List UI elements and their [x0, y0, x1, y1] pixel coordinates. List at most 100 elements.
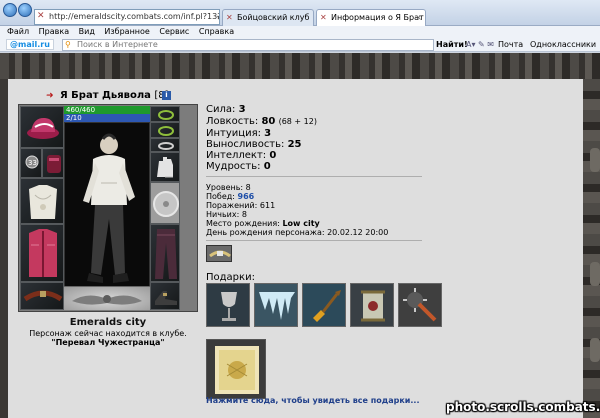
armor-jacket-icon — [29, 229, 57, 277]
gift-featured[interactable] — [206, 339, 266, 399]
web-search-input[interactable]: ⚲ Поиск в Интернете — [62, 39, 434, 51]
menu-bar: Файл Правка Вид Избранное Сервис Справка — [0, 26, 600, 38]
stat-label: Мудрость: — [206, 161, 261, 172]
bracer-slot[interactable] — [42, 148, 64, 178]
tab-character-info[interactable]: ✕ Информация о Я Брат Дьявола × — [316, 9, 426, 26]
menu-help[interactable]: Справка — [199, 27, 234, 36]
shirt-icon — [29, 185, 57, 219]
menu-tools[interactable]: Сервис — [159, 27, 189, 36]
ring-slot-2[interactable] — [150, 122, 180, 138]
pants-icon — [155, 229, 177, 279]
site-favicon: ✕ — [37, 11, 45, 21]
tab-close-icon[interactable]: × — [415, 10, 422, 25]
stat-strength: Сила: 3 — [206, 104, 246, 115]
stat-wisdom: Мудрость: 0 — [206, 161, 271, 172]
gift-mace[interactable] — [398, 283, 442, 327]
ring-slot-3[interactable] — [150, 138, 180, 152]
meta-value: 8 — [241, 210, 247, 219]
shovel-icon — [313, 290, 341, 322]
mail-button[interactable]: Почта — [498, 38, 523, 52]
mana-bar: 2/10 — [64, 114, 150, 122]
stat-value: 0 — [263, 161, 271, 172]
address-bar[interactable]: ✕ http://emeraldscity.combats.com/inf.pl… — [34, 9, 220, 25]
ring-slot-1[interactable] — [150, 106, 180, 122]
meta-value: 8 — [245, 183, 251, 192]
stat-label: Интеллект: — [206, 150, 267, 161]
watermark: photo.scrolls.combats.com — [446, 400, 600, 414]
helmet-icon — [27, 117, 59, 139]
hp-value: 460/460 — [66, 106, 96, 114]
menu-file[interactable]: Файл — [7, 27, 29, 36]
belt-badge-icon — [209, 250, 231, 258]
gift-icicles[interactable] — [254, 283, 298, 327]
gifts-label: Подарки: — [206, 272, 255, 283]
amulet-slot[interactable]: 33 — [20, 148, 42, 178]
tab-label: Бойцовский клуб — [237, 13, 310, 22]
all-gifts-link[interactable]: Нажмите сюда, чтобы увидеть все подарки.… — [206, 396, 420, 405]
belt-badge[interactable] — [206, 245, 232, 262]
stat-label: Ловкость: — [206, 116, 259, 127]
character-name: Я Брат Дьявола [8] — [60, 90, 169, 101]
browser-titlebar: ✕ http://emeraldscity.combats.com/inf.pl… — [0, 0, 600, 26]
tab-label: Информация о Я Брат Дьявола — [331, 13, 425, 22]
location-text: Персонаж сейчас находится в клубе. — [29, 329, 187, 338]
mailru-toolbar: @mail.ru ⚲ Поиск в Интернете Найти! A▾ ✎… — [0, 38, 600, 52]
meta-label: День рождения персонажа: — [206, 228, 325, 237]
forward-button[interactable] — [18, 3, 32, 17]
menu-favorites[interactable]: Избранное — [104, 27, 149, 36]
goblet-icon — [221, 292, 237, 321]
pants-slot[interactable] — [150, 224, 180, 282]
gift-goblet[interactable] — [206, 283, 250, 327]
search-placeholder: Поиск в Интернете — [77, 40, 158, 49]
stat-label: Сила: — [206, 104, 236, 115]
wins-link[interactable]: 966 — [238, 192, 255, 201]
mailru-logo[interactable]: @mail.ru — [6, 39, 54, 50]
info-icon[interactable]: i — [162, 91, 171, 100]
dragon-emblem-icon — [72, 295, 142, 305]
tab-favicon: ✕ — [226, 13, 233, 22]
stone-border-top — [0, 53, 600, 79]
stat-value: 3 — [238, 104, 246, 115]
ring-icon — [158, 142, 174, 150]
gloves-slot[interactable] — [150, 152, 180, 182]
stat-value: 3 — [264, 128, 272, 139]
belt-slot[interactable] — [20, 282, 64, 310]
stat-intuition: Интуиция: 3 — [206, 128, 271, 139]
amulet-icon: 33 — [25, 155, 39, 169]
character-portrait[interactable] — [64, 122, 150, 290]
location-name: "Перевал Чужестранца" — [51, 338, 165, 347]
stat-endurance: Выносливость: 25 — [206, 139, 302, 150]
search-icon: ⚲ — [65, 40, 71, 49]
boots-slot[interactable] — [150, 282, 180, 310]
gift-shovel[interactable] — [302, 283, 346, 327]
gift-scroll[interactable] — [350, 283, 394, 327]
back-button[interactable] — [3, 3, 17, 17]
menu-edit[interactable]: Правка — [39, 27, 69, 36]
hp-bar: 460/460 — [64, 106, 150, 114]
icicles-icon — [259, 292, 295, 320]
meta-level: Уровень: 8 — [206, 183, 251, 192]
meta-value: Low city — [282, 219, 320, 228]
shirt-slot[interactable] — [20, 178, 64, 224]
address-bar-icons[interactable]: ▾✕⟳ — [217, 11, 219, 24]
meta-birthday: День рождения персонажа: 20.02.12 20:00 — [206, 228, 388, 237]
tab-fight-club[interactable]: ✕ Бойцовский клуб — [222, 9, 314, 26]
menu-view[interactable]: Вид — [79, 27, 95, 36]
belt-icon — [23, 290, 63, 302]
home-city: Emeralds city — [69, 317, 147, 328]
private-message-arrow-icon[interactable]: ➜ — [46, 91, 54, 101]
find-button[interactable]: Найти! — [436, 38, 468, 52]
tab-favicon: ✕ — [320, 13, 327, 22]
mace-icon — [403, 288, 437, 322]
odnoklassniki-button[interactable]: Одноклассники — [530, 38, 596, 52]
toolbar-tool-icons[interactable]: A▾ ✎ ✉ — [466, 38, 494, 52]
decorative-vine — [590, 338, 600, 362]
meta-label: Ничьих: — [206, 210, 240, 219]
helmet-slot[interactable] — [20, 106, 64, 148]
svg-text:33: 33 — [28, 159, 37, 167]
shield-slot[interactable] — [150, 182, 180, 224]
meta-label: Уровень: — [206, 183, 244, 192]
ring-icon — [158, 126, 174, 136]
armor-slot[interactable] — [20, 224, 64, 282]
address-text: http://emeraldscity.combats.com/inf.pl?1… — [49, 12, 220, 21]
